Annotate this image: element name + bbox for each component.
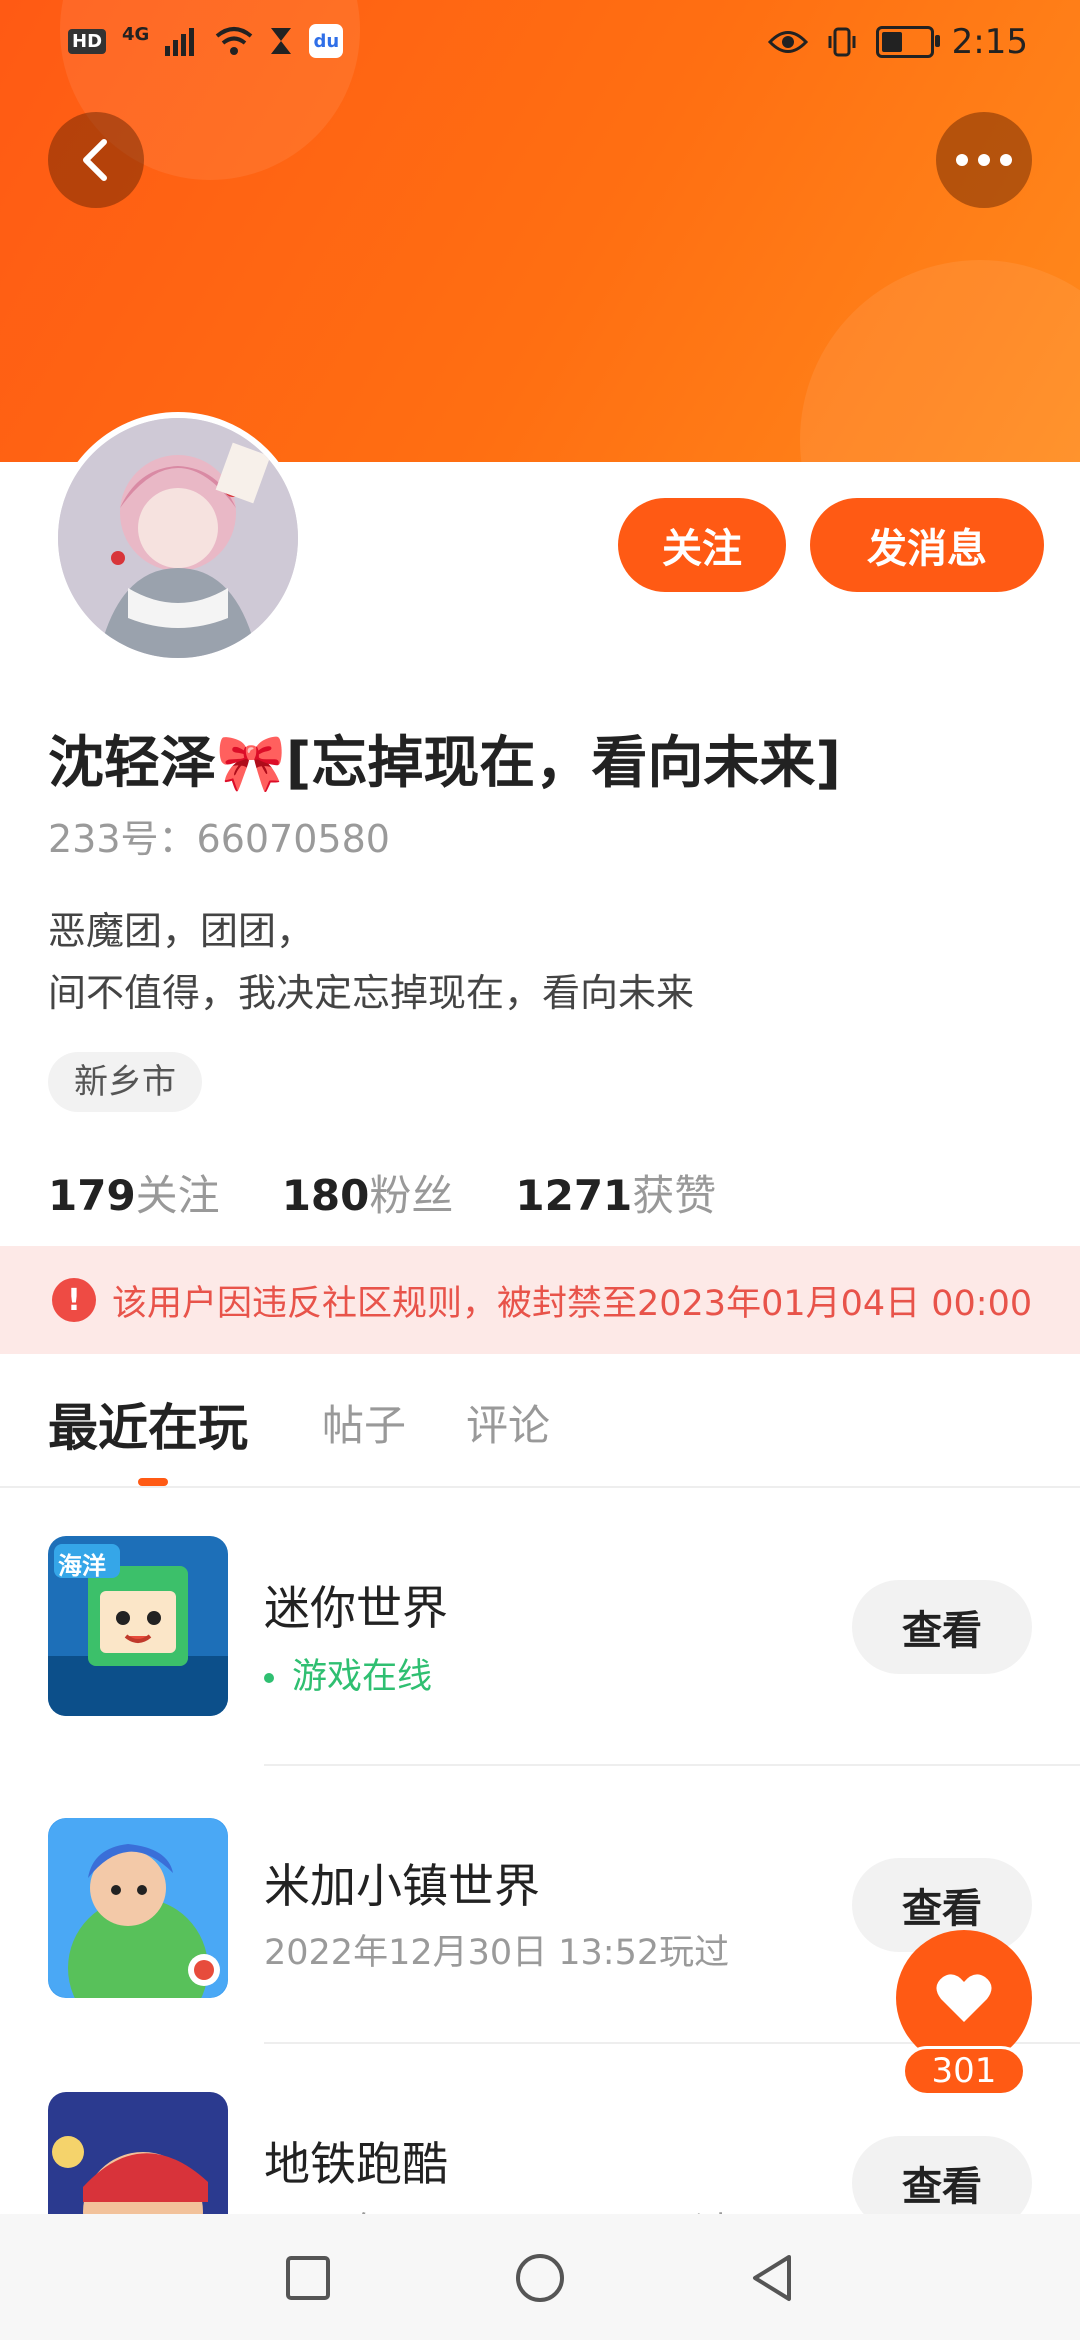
bio: 恶魔团，团团， 间不值得，我决定忘掉现在，看向未来 [48,900,694,1024]
profile-stats: 179关注 180粉丝 1271获赞 [48,1162,716,1223]
clock: 2:15 [951,22,1028,62]
signal-icon [165,28,195,56]
network-label: 4G [122,24,150,45]
divider [264,1764,1080,1766]
avatar-image [58,418,298,658]
stat-value: 180 [281,1171,370,1220]
send-message-button[interactable]: 发消息 [810,498,1044,592]
tab-recently-played[interactable]: 最近在玩 [48,1388,248,1460]
tab-comments[interactable]: 评论 [466,1392,550,1453]
hd-badge: HD [68,28,107,54]
alert-icon: ! [52,1278,96,1322]
stat-label: 获赞 [632,1171,717,1220]
online-dot-icon [264,1673,274,1683]
game-icon-miga-town [48,1818,228,1998]
avatar[interactable] [52,412,304,664]
bio-line: 间不值得，我决定忘掉现在，看向未来 [48,971,695,1015]
eye-icon [767,31,808,53]
hourglass-icon [271,28,292,54]
game-icon-label: 海洋 [58,1552,106,1580]
game-icon-mini-world: 海洋 [48,1536,228,1716]
stat-value: 179 [48,1171,136,1220]
stat-value: 1271 [515,1171,633,1220]
tab-posts[interactable]: 帖子 [322,1392,406,1453]
user-id[interactable]: 233号：66070580 [48,808,390,863]
chevron-left-icon [83,139,107,181]
wifi-icon [216,27,253,55]
circle-icon [516,2254,564,2302]
follow-button[interactable]: 关注 [618,498,786,592]
view-button[interactable]: 查看 [852,1580,1032,1674]
home-button[interactable] [510,2248,570,2308]
battery-icon [875,26,940,58]
back-button[interactable] [48,112,144,208]
triangle-back-icon [753,2255,791,2301]
decor-circle [800,260,1080,462]
vibrate-icon [828,27,856,57]
active-tab-indicator [138,1478,168,1486]
stat-following[interactable]: 179关注 [48,1162,220,1223]
baidu-icon: du [309,24,344,58]
profile-tabs: 最近在玩 帖子 评论 [0,1354,1080,1488]
game-status: 游戏在线 [264,1648,432,1699]
recent-apps-button[interactable] [278,2248,338,2308]
back-nav-button[interactable] [742,2248,802,2308]
location-tag: 新乡市 [48,1052,202,1112]
like-count-badge: 301 [902,2046,1026,2096]
bio-line: 恶魔团，团团， [48,909,315,953]
stat-label: 粉丝 [369,1171,454,1220]
stat-likes[interactable]: 1271获赞 [515,1162,716,1223]
game-name: 迷你世界 [264,1581,448,1635]
game-name: 米加小镇世界 [264,1859,540,1913]
game-name: 地铁跑酷 [264,2137,448,2191]
more-dots-icon [956,154,1012,166]
system-navigation-bar [0,2214,1080,2340]
stat-label: 关注 [135,1171,220,1220]
more-options-button[interactable] [936,112,1032,208]
ban-notice-text: 该用户因违反社区规则，被封禁至2023年01月04日 00:00 [112,1283,1033,1324]
game-status-text: 游戏在线 [292,1657,433,1697]
square-icon [286,2256,330,2300]
stat-followers[interactable]: 180粉丝 [282,1162,454,1223]
game-status: 2022年12月30日 13:52玩过 [264,1933,730,1973]
list-item[interactable]: 海洋 迷你世界 游戏在线 查看 [0,1500,1080,1778]
username: 沈轻泽🎀[忘掉现在，看向未来] [48,731,841,796]
status-bar: HD 4G du 2:15 [0,0,1080,90]
heart-icon [936,1974,992,2022]
ban-notice-banner: ! 该用户因违反社区规则，被封禁至2023年01月04日 00:00 [0,1246,1080,1354]
